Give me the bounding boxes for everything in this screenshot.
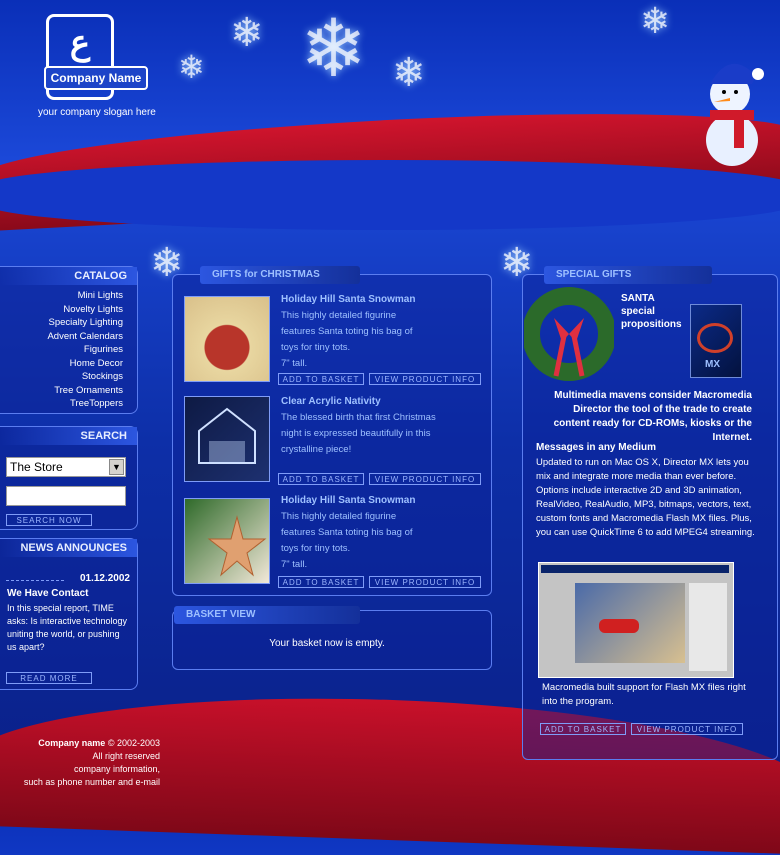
read-more-button[interactable]: READ MORE <box>6 672 92 684</box>
catalog-title: CATALOG <box>0 267 137 285</box>
catalog-item[interactable]: Specialty Lighting <box>0 316 123 330</box>
footer-contact: such as phone number and e-mail <box>23 777 160 787</box>
wreath-icon <box>524 287 614 381</box>
snowflake-icon: ❄ <box>230 11 264 55</box>
product-title[interactable]: Holiday Hill Santa Snowman <box>281 495 415 506</box>
catalog-item[interactable]: Novelty Lights <box>0 303 123 317</box>
gifts-title: GIFTS for CHRISTMAS <box>200 266 360 284</box>
snowflake-icon: ❄ <box>178 49 205 85</box>
catalog-item[interactable]: Figurines <box>0 343 123 357</box>
director-screenshot[interactable] <box>538 562 734 678</box>
product-title[interactable]: Clear Acrylic Nativity <box>281 396 381 407</box>
catalog-panel: CATALOG Mini Lights Novelty Lights Speci… <box>0 266 138 414</box>
footer-info: company information, <box>73 764 160 774</box>
product-size: 7" tall. <box>281 559 308 570</box>
snowman-icon <box>706 63 764 166</box>
store-select[interactable]: The Store ▼ <box>6 457 126 477</box>
company-name-badge: Company Name <box>44 66 148 90</box>
special-caption: Macromedia built support for Flash MX fi… <box>542 682 746 707</box>
snowflake-icon: ❄ <box>392 51 426 95</box>
director-logo-icon <box>697 323 733 353</box>
screenshot-titlebar <box>541 565 729 573</box>
product-image[interactable] <box>184 296 270 382</box>
santa-propositions-label: SANTA special propositions <box>621 293 682 330</box>
product-description: The blessed birth that first Christmas n… <box>281 412 436 455</box>
view-product-info-button[interactable]: VIEW PRODUCT INFO <box>631 723 743 735</box>
product-image[interactable] <box>184 396 270 482</box>
logo-mark: ع <box>69 24 91 62</box>
star-ornament-icon <box>207 515 267 577</box>
footer-rights: All right reserved <box>92 751 160 761</box>
footer: Company name © 2002-2003 All right reser… <box>6 737 160 789</box>
add-to-basket-button[interactable]: ADD TO BASKET <box>540 723 626 735</box>
product-size: 7" tall. <box>281 358 308 369</box>
search-input-value <box>7 491 10 503</box>
special-title: SPECIAL GIFTS <box>544 266 712 284</box>
add-to-basket-button[interactable]: ADD TO BASKET <box>278 576 364 588</box>
box-label: MX <box>705 359 720 370</box>
basket-title: BASKET VIEW <box>174 606 360 624</box>
store-select-value: The Store <box>10 460 63 474</box>
header-blue-wave <box>0 160 780 230</box>
view-product-info-button[interactable]: VIEW PRODUCT INFO <box>369 473 481 485</box>
product-image[interactable] <box>184 498 270 584</box>
footer-company-name: Company name <box>38 738 106 748</box>
snowflake-icon: ❄ <box>640 0 671 41</box>
view-product-info-button[interactable]: VIEW PRODUCT INFO <box>369 576 481 588</box>
product-title[interactable]: Holiday Hill Santa Snowman <box>281 294 415 305</box>
product-description: This highly detailed figurine features S… <box>281 511 413 554</box>
add-to-basket-button[interactable]: ADD TO BASKET <box>278 373 364 385</box>
news-body: In this special report, TIME asks: Is in… <box>7 603 128 652</box>
special-body: Updated to run on Mac OS X, Director MX … <box>536 457 755 538</box>
car-image <box>599 619 639 633</box>
news-headline[interactable]: We Have Contact <box>7 588 89 599</box>
product-description: This highly detailed figurine features S… <box>281 310 413 353</box>
footer-copyright: © 2002-2003 <box>107 738 160 748</box>
news-date: 01.12.2002 <box>79 573 130 584</box>
catalog-item[interactable]: Stockings <box>0 370 123 384</box>
snowflake-icon: ❄ <box>300 4 368 93</box>
basket-title-text: BASKET VIEW <box>186 609 256 620</box>
add-to-basket-button[interactable]: ADD TO BASKET <box>278 473 364 485</box>
company-slogan: your company slogan here <box>38 107 156 118</box>
search-now-button[interactable]: SEARCH NOW <box>6 514 92 526</box>
basket-empty-message: Your basket now is empty. <box>269 638 385 649</box>
footer-company-line: Company name © 2002-2003 <box>6 737 160 750</box>
special-intro: Multimedia mavens consider Macromedia Di… <box>553 390 752 443</box>
dropdown-arrow-icon[interactable]: ▼ <box>109 459 124 475</box>
search-title: SEARCH <box>0 427 137 445</box>
catalog-item[interactable]: TreeToppers <box>0 397 123 411</box>
director-mx-box[interactable]: MX <box>690 304 742 378</box>
special-title-text: SPECIAL GIFTS <box>556 269 632 280</box>
catalog-item[interactable]: Home Decor <box>0 357 123 371</box>
gifts-title-text: GIFTS for CHRISTMAS <box>212 269 320 280</box>
catalog-item[interactable]: Mini Lights <box>0 289 123 303</box>
screenshot-panel <box>689 583 727 671</box>
catalog-item[interactable]: Tree Ornaments <box>0 384 123 398</box>
nativity-icon <box>198 407 256 464</box>
special-subtitle: Messages in any Medium <box>536 442 657 453</box>
news-title: NEWS ANNOUNCES <box>0 539 137 557</box>
catalog-item[interactable]: Advent Calendars <box>0 330 123 344</box>
search-input[interactable] <box>6 486 126 506</box>
view-product-info-button[interactable]: VIEW PRODUCT INFO <box>369 373 481 385</box>
catalog-list: Mini Lights Novelty Lights Specialty Lig… <box>0 289 137 411</box>
